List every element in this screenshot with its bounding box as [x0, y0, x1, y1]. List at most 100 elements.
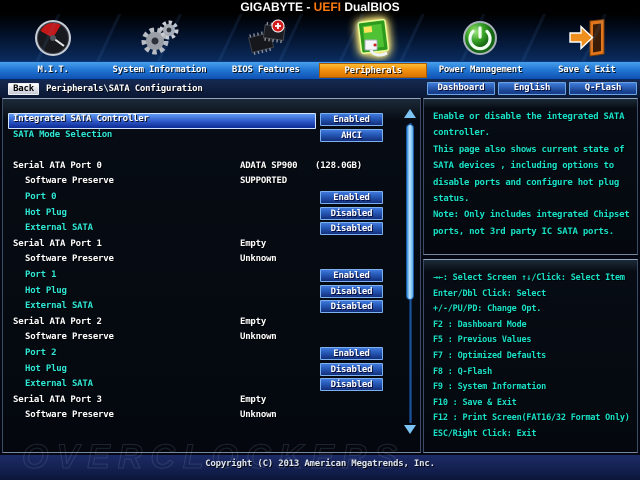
tab-mit[interactable]: M.I.T.: [0, 62, 106, 79]
hotkey-line: F9 : System Information: [433, 382, 547, 393]
value-button[interactable]: Enabled: [320, 190, 383, 204]
setting-value: Unknown: [240, 254, 277, 265]
quick-buttons: Dashboard English Q-Flash: [427, 82, 637, 95]
chips-icon: [245, 16, 289, 60]
value-button[interactable]: Disabled: [320, 362, 383, 376]
setting-label: Serial ATA Port 3: [13, 394, 102, 405]
tab-save-exit[interactable]: Save & Exit: [534, 62, 640, 79]
hotkey-line: Enter/Dbl Click: Select: [433, 288, 547, 299]
tab-peripherals[interactable]: Peripherals: [318, 63, 428, 78]
setting-label: Software Preserve: [25, 410, 114, 421]
back-button[interactable]: Back: [8, 83, 39, 95]
tab-label: BIOS Features: [231, 65, 300, 75]
settings-row[interactable]: Serial ATA Port 2 Empty: [3, 315, 420, 331]
settings-row[interactable]: Software Preserve Unknown: [3, 252, 420, 268]
value-button[interactable]: Disabled: [320, 206, 383, 220]
scroll-up-icon[interactable]: [404, 109, 416, 118]
scrollbar[interactable]: [403, 107, 418, 437]
setting-label: Integrated SATA Controller: [13, 114, 149, 124]
value-button[interactable]: Enabled: [320, 113, 383, 126]
setting-value: Unknown: [240, 410, 277, 421]
settings-row[interactable]: Port 2 Enabled: [3, 346, 420, 362]
setting-label: Hot Plug: [25, 363, 67, 374]
setting-label: Software Preserve: [25, 176, 114, 187]
tab-label: M.I.T.: [37, 65, 70, 75]
help-panel: Enable or disable the integrated SATA co…: [423, 98, 638, 255]
value-button[interactable]: Disabled: [320, 222, 383, 236]
tab-label: Save & Exit: [558, 65, 616, 75]
settings-row[interactable]: Port 1 Enabled: [3, 268, 420, 284]
tab-label: Power Management: [438, 65, 523, 75]
title-accent: UEFI: [313, 0, 341, 14]
hotkeys-list: →←: Select Screen ↑↓/Click: Select Item E…: [424, 260, 637, 443]
scrollbar-thumb[interactable]: [406, 124, 414, 300]
tab-system-information[interactable]: System Information: [106, 62, 212, 79]
settings-row[interactable]: Software Preserve Unknown: [3, 408, 420, 424]
dashboard-button[interactable]: Dashboard: [427, 82, 495, 95]
tab-icon-strip: [0, 14, 640, 61]
hotkey-line: F12 : Print Screen(FAT16/32 Format Only): [433, 413, 630, 424]
tab-power-management[interactable]: Power Management: [427, 62, 533, 79]
setting-label: External SATA: [25, 223, 93, 234]
help-paragraph: Note: Only includes integrated Chipset p…: [433, 210, 630, 237]
hotkey-line: →←: Select Screen ↑↓/Click: Select Item: [433, 273, 625, 283]
settings-row[interactable]: Software Preserve Unknown: [3, 330, 420, 346]
tab-label: Peripherals: [344, 66, 402, 76]
setting-label: Hot Plug: [25, 207, 67, 218]
value-button[interactable]: Enabled: [320, 346, 383, 360]
hotkey-line: +/-/PU/PD: Change Opt.: [433, 304, 542, 315]
tab-label: System Information: [112, 65, 207, 75]
settings-row[interactable]: External SATA Disabled: [3, 377, 420, 393]
breadcrumb: Peripherals\SATA Configuration: [46, 84, 203, 94]
tab-bar: M.I.T. System Information BIOS Features …: [0, 61, 640, 80]
settings-list: Integrated SATA Controller Enabled SATA …: [3, 112, 420, 424]
settings-row[interactable]: Hot Plug Disabled: [3, 362, 420, 378]
settings-row[interactable]: Serial ATA Port 0 ADATA SP900 (128.0GB): [3, 159, 420, 175]
settings-row[interactable]: External SATA Disabled: [3, 221, 420, 237]
settings-row[interactable]: Software Preserve SUPPORTED: [3, 174, 420, 190]
setting-label: Software Preserve: [25, 332, 114, 343]
settings-row[interactable]: Hot Plug Disabled: [3, 206, 420, 222]
settings-row: [3, 143, 420, 159]
english-button[interactable]: English: [498, 82, 566, 95]
help-paragraph: Enable or disable the integrated SATA co…: [433, 112, 625, 139]
breadcrumb-bar: Back Peripherals\SATA Configuration Dash…: [0, 80, 640, 98]
settings-row[interactable]: Integrated SATA Controller Enabled: [3, 112, 420, 129]
value-button[interactable]: Disabled: [320, 284, 383, 298]
hotkey-line: ESC/Right Click: Exit: [433, 428, 537, 439]
settings-row[interactable]: Hot Plug Disabled: [3, 284, 420, 300]
bios-screen: GIGABYTE - UEFI DualBIOS M.I.T. System I…: [0, 0, 640, 480]
gauge-icon: [31, 16, 75, 60]
settings-row[interactable]: Serial ATA Port 3 Empty: [3, 393, 420, 409]
value-button[interactable]: Disabled: [320, 300, 383, 314]
hotkey-line: F2 : Dashboard Mode: [433, 319, 527, 330]
value-button[interactable]: Disabled: [320, 378, 383, 392]
gears-icon: [138, 16, 182, 60]
settings-row[interactable]: Serial ATA Port 1 Empty: [3, 237, 420, 253]
help-paragraph: This page also shows current state of SA…: [433, 144, 625, 205]
value-button[interactable]: Enabled: [320, 268, 383, 282]
settings-row[interactable]: SATA Mode Selection AHCI: [3, 128, 420, 144]
setting-value: Empty: [240, 394, 267, 405]
setting-value: Empty: [240, 238, 267, 249]
settings-row[interactable]: External SATA Disabled: [3, 299, 420, 315]
hotkey-line: F7 : Optimized Defaults: [433, 350, 547, 361]
title-suffix: DualBIOS: [341, 0, 400, 14]
setting-label: SATA Mode Selection: [13, 129, 113, 140]
value-button[interactable]: AHCI: [320, 128, 383, 142]
scroll-down-icon[interactable]: [404, 425, 416, 434]
qflash-button[interactable]: Q-Flash: [569, 82, 637, 95]
setting-label: Serial ATA Port 0: [13, 160, 102, 171]
setting-capacity: (128.0GB): [315, 160, 362, 171]
setting-value: Empty: [240, 316, 267, 327]
hotkey-line: F10 : Save & Exit: [433, 397, 517, 408]
tab-bios-features[interactable]: BIOS Features: [213, 62, 319, 79]
setting-label: Hot Plug: [25, 285, 67, 296]
setting-value: SUPPORTED: [240, 176, 287, 187]
setting-label: Serial ATA Port 1: [13, 238, 102, 249]
window-title: GIGABYTE - UEFI DualBIOS: [0, 0, 640, 14]
peripheral-card-icon: [351, 16, 395, 60]
settings-row[interactable]: Port 0 Enabled: [3, 190, 420, 206]
setting-label: External SATA: [25, 379, 93, 390]
hotkey-line: F5 : Previous Values: [433, 335, 532, 346]
